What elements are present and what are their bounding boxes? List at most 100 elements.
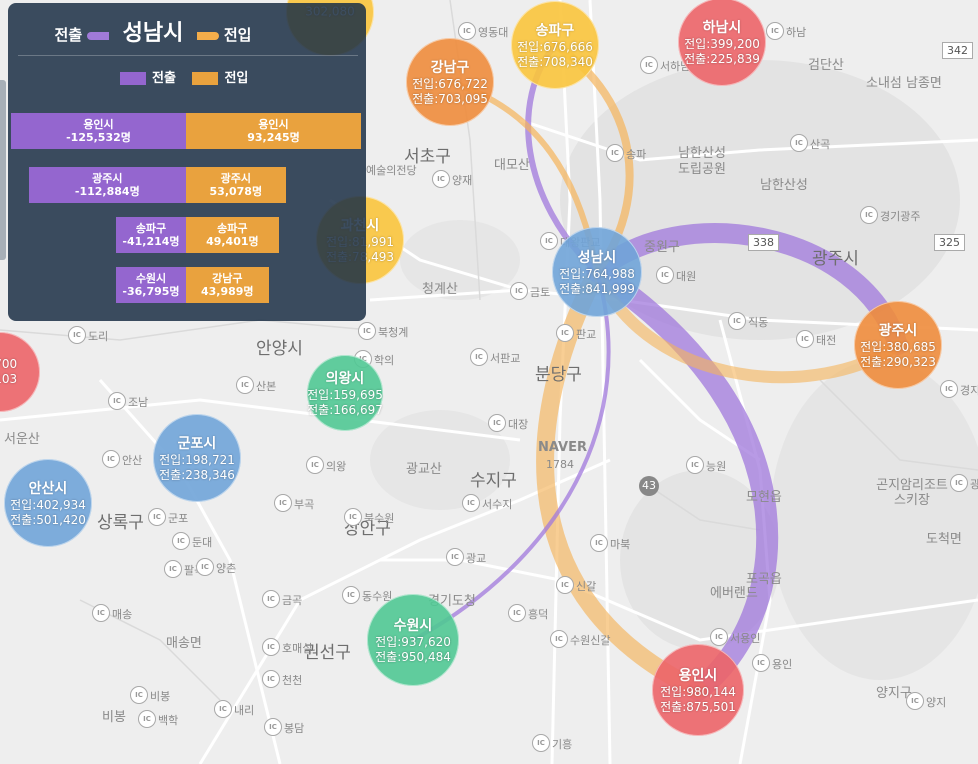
- ic-marker-icon: IC: [550, 630, 568, 648]
- bubble-out-value: 전출:708,340: [517, 55, 593, 69]
- legend-in-swatch: [192, 72, 219, 85]
- ic-label: 금토: [530, 286, 551, 299]
- out-title-label: 전출: [54, 26, 83, 44]
- panel-legend: 전출 전입: [120, 67, 260, 86]
- route-shield: 43: [639, 476, 659, 496]
- region-bubble[interactable]: 강남구 전입:676,722 전출:703,095: [406, 38, 494, 126]
- place-label: 남한산성 도립공원: [678, 146, 726, 177]
- bubble-in-value: 전입:676,722: [412, 77, 488, 91]
- ic-marker-icon: IC: [458, 22, 476, 40]
- ic-label: 태전: [816, 334, 837, 347]
- ic-label: 매송: [112, 608, 133, 621]
- in-bar-name: 용인시: [258, 118, 289, 131]
- ic-label: 북수원: [364, 512, 395, 525]
- in-bar[interactable]: 송파구 49,401명: [186, 217, 279, 253]
- out-bar[interactable]: 송파구 -41,214명: [116, 217, 186, 253]
- place-label: 분당구: [535, 365, 582, 385]
- ic-label: 대원: [676, 270, 697, 283]
- region-bubble[interactable]: 수원시 전입:937,620 전출:950,484: [367, 594, 459, 686]
- bubble-name: 수원시: [393, 618, 433, 634]
- in-bar[interactable]: 광주시 53,078명: [186, 167, 286, 203]
- bubble-out-value: 전출:841,999: [559, 282, 635, 296]
- legend-in: 전입: [192, 71, 248, 86]
- panel-divider: [18, 55, 358, 56]
- route-shield: 325: [934, 234, 965, 251]
- place-label: 청계산: [422, 282, 458, 297]
- ic-label: 양재: [452, 174, 473, 187]
- ic-marker-icon: IC: [274, 494, 292, 512]
- ic-marker-icon: IC: [108, 392, 126, 410]
- region-bubble[interactable]: 성남시 전입:764,988 전출:841,999: [552, 227, 642, 317]
- ic-marker-icon: IC: [236, 376, 254, 394]
- ic-marker-icon: IC: [196, 558, 214, 576]
- ic-marker-icon: IC: [214, 700, 232, 718]
- ic-marker-icon: IC: [556, 576, 574, 594]
- side-panel-edge[interactable]: [0, 80, 6, 260]
- out-bar-value: -36,795명: [122, 285, 180, 298]
- region-bubble[interactable]: 안산시 전입:402,934 전출:501,420: [4, 459, 92, 547]
- ic-label: 서판교: [490, 352, 521, 365]
- region-bubble[interactable]: 송파구 전입:676,666 전출:708,340: [511, 1, 599, 89]
- ic-marker-icon: IC: [752, 654, 770, 672]
- ic-marker-icon: IC: [510, 282, 528, 300]
- ic-marker-icon: IC: [306, 456, 324, 474]
- bubble-name: 성남시: [577, 250, 617, 266]
- bubble-name: 의왕시: [325, 371, 365, 387]
- ic-marker-icon: IC: [172, 532, 190, 550]
- bubble-name: 강남구: [430, 60, 470, 76]
- ic-label: 부곡: [294, 498, 315, 511]
- bubble-in-value: 6,700: [0, 357, 18, 371]
- ic-marker-icon: IC: [432, 170, 450, 188]
- ic-marker-icon: IC: [766, 22, 784, 40]
- ic-marker-icon: IC: [606, 144, 624, 162]
- ic-marker-icon: IC: [68, 326, 86, 344]
- ic-label: 수원신갈: [570, 634, 611, 647]
- ic-marker-icon: IC: [264, 718, 282, 736]
- ic-label: 북청계: [378, 326, 409, 339]
- region-bubble[interactable]: 군포시 전입:198,721 전출:238,346: [153, 414, 241, 502]
- region-bubble[interactable]: 용인시 전입:980,144 전출:875,501: [652, 644, 744, 736]
- region-bubble[interactable]: 하남시 전입:399,200 전출:225,839: [678, 0, 766, 86]
- ic-marker-icon: IC: [130, 686, 148, 704]
- out-arrow-icon: [87, 31, 110, 40]
- ic-label: 호매실: [282, 642, 313, 655]
- bubble-name: 용인시: [678, 668, 718, 684]
- ic-label: 하남: [786, 26, 807, 39]
- out-bar[interactable]: 용인시 -125,532명: [11, 113, 186, 149]
- in-bar[interactable]: 용인시 93,245명: [186, 113, 361, 149]
- out-bar[interactable]: 수원시 -36,795명: [116, 267, 186, 303]
- migration-panel: 전출 성남시 전입 전출 전입 용인시 -125,532명 용인시 93,245명 광주…: [8, 3, 366, 321]
- place-label: 검단산: [808, 58, 844, 73]
- ic-label: 경기광주: [880, 210, 921, 223]
- ic-label: 금곡: [282, 594, 303, 607]
- place-label: 광주시: [812, 249, 859, 269]
- ic-marker-icon: IC: [556, 324, 574, 342]
- bubble-name: 군포시: [177, 436, 217, 452]
- in-bar[interactable]: 강남구 43,989명: [186, 267, 269, 303]
- ic-marker-icon: IC: [262, 670, 280, 688]
- ic-label: 양촌: [216, 562, 237, 575]
- place-label: 광교산: [406, 462, 442, 477]
- ic-label: 조남: [128, 396, 149, 409]
- ic-marker-icon: IC: [262, 638, 280, 656]
- ic-label: 흥덕: [528, 608, 549, 621]
- ic-marker-icon: IC: [532, 734, 550, 752]
- region-bubble[interactable]: 광주시 전입:380,685 전출:290,323: [854, 301, 942, 389]
- ic-marker-icon: IC: [164, 560, 182, 578]
- bubble-in-value: 전입:676,666: [517, 40, 593, 54]
- route-shield: 342: [942, 42, 973, 59]
- place-label: 안양시: [256, 339, 303, 359]
- ic-marker-icon: IC: [590, 534, 608, 552]
- ic-marker-icon: IC: [906, 692, 924, 710]
- region-bubble[interactable]: 의왕시 전입:159,695 전출:166,697: [307, 355, 383, 431]
- ic-label: 신갈: [576, 580, 597, 593]
- ic-label: 송파: [626, 148, 647, 161]
- ic-marker-icon: IC: [640, 56, 658, 74]
- place-label: 중원구: [644, 240, 680, 255]
- ic-label: 기흥: [552, 738, 573, 751]
- ic-marker-icon: IC: [344, 508, 362, 526]
- place-label: 비봉: [102, 710, 126, 725]
- out-bar[interactable]: 광주시 -112,884명: [28, 167, 186, 203]
- legend-out: 전출: [120, 71, 176, 86]
- ic-marker-icon: IC: [148, 508, 166, 526]
